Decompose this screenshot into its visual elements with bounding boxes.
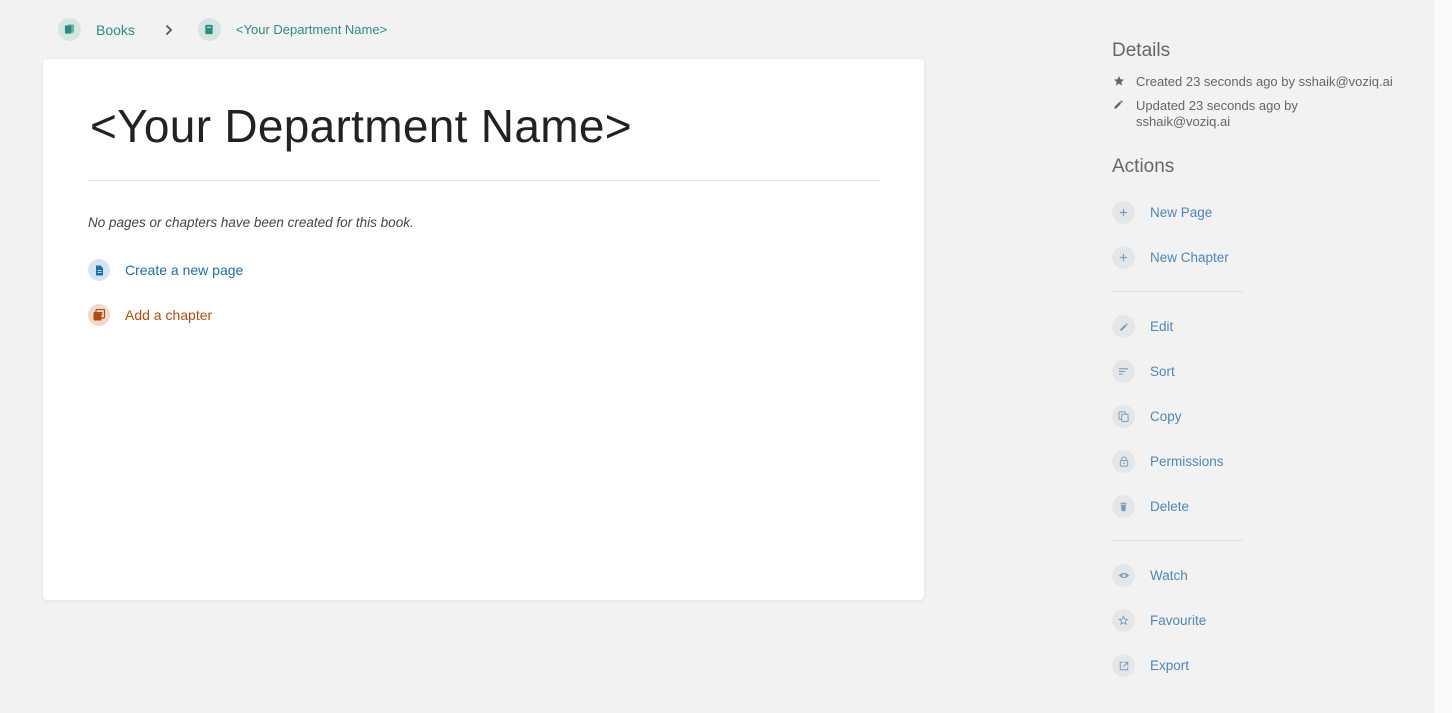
- page-icon: [88, 259, 110, 281]
- create-new-page-link[interactable]: Create a new page: [88, 259, 243, 281]
- sort-icon: [1112, 360, 1135, 383]
- new-page-action[interactable]: New Page: [1112, 190, 1412, 235]
- create-new-page-label: Create a new page: [125, 262, 244, 278]
- copy-label: Copy: [1150, 409, 1182, 424]
- sort-label: Sort: [1150, 364, 1175, 379]
- right-sidebar: Details Created 23 seconds ago by sshaik…: [1112, 40, 1412, 688]
- chevron-right-icon: [165, 24, 173, 36]
- lock-icon: [1112, 450, 1135, 473]
- pencil-icon: [1112, 315, 1135, 338]
- updated-line-2: sshaik@voziq.ai: [1136, 114, 1231, 129]
- delete-label: Delete: [1150, 499, 1190, 514]
- created-info: Created 23 seconds ago by sshaik@voziq.a…: [1112, 74, 1412, 90]
- books-icon: [58, 18, 81, 41]
- permissions-action[interactable]: Permissions: [1112, 439, 1412, 484]
- chapter-icon: [88, 304, 110, 326]
- scrollbar-track: [1434, 0, 1452, 713]
- edit-action[interactable]: Edit: [1112, 304, 1412, 349]
- new-chapter-action[interactable]: New Chapter: [1112, 235, 1412, 280]
- book-icon: [197, 18, 221, 41]
- breadcrumb-book-link[interactable]: <Your Department Name>: [197, 18, 388, 41]
- star-outline-icon: [1112, 609, 1135, 632]
- updated-info: Updated 23 seconds ago by sshaik@voziq.a…: [1112, 98, 1412, 130]
- sort-action[interactable]: Sort: [1112, 349, 1412, 394]
- new-page-label: New Page: [1150, 205, 1213, 220]
- add-chapter-link[interactable]: Add a chapter: [88, 304, 212, 326]
- book-title: <Your Department Name>: [90, 100, 632, 152]
- actions-divider: [1112, 540, 1243, 541]
- book-content-card: <Your Department Name> No pages or chapt…: [43, 59, 924, 600]
- breadcrumb-books-link[interactable]: Books: [58, 18, 135, 41]
- copy-icon: [1112, 405, 1135, 428]
- actions-heading: Actions: [1112, 156, 1175, 177]
- breadcrumb-books-label: Books: [96, 21, 135, 38]
- permissions-label: Permissions: [1150, 454, 1224, 469]
- copy-action[interactable]: Copy: [1112, 394, 1412, 439]
- edit-label: Edit: [1150, 319, 1174, 334]
- updated-text: Updated 23 seconds ago by sshaik@voziq.a…: [1136, 98, 1298, 130]
- new-chapter-label: New Chapter: [1150, 250, 1229, 265]
- delete-action[interactable]: Delete: [1112, 484, 1412, 529]
- breadcrumb: Books <Your Department Name>: [58, 18, 387, 41]
- plus-icon: [1112, 201, 1135, 224]
- export-action[interactable]: Export: [1112, 643, 1412, 688]
- export-label: Export: [1150, 658, 1190, 673]
- export-icon: [1112, 654, 1135, 677]
- favourite-action[interactable]: Favourite: [1112, 598, 1412, 643]
- watch-action[interactable]: Watch: [1112, 553, 1412, 598]
- add-chapter-label: Add a chapter: [125, 307, 213, 323]
- pencil-icon: [1112, 98, 1125, 130]
- trash-icon: [1112, 495, 1135, 518]
- title-divider: [88, 180, 880, 181]
- empty-book-message: No pages or chapters have been created f…: [88, 215, 414, 230]
- plus-icon: [1112, 246, 1135, 269]
- favourite-label: Favourite: [1150, 613, 1207, 628]
- actions-divider: [1112, 291, 1243, 292]
- breadcrumb-book-label: <Your Department Name>: [235, 22, 388, 37]
- watch-label: Watch: [1150, 568, 1188, 583]
- created-text: Created 23 seconds ago by sshaik@voziq.a…: [1136, 74, 1393, 89]
- details-heading: Details: [1112, 40, 1171, 61]
- updated-line-1: Updated 23 seconds ago by: [1136, 98, 1298, 113]
- eye-icon: [1112, 564, 1135, 587]
- star-icon: [1112, 74, 1125, 90]
